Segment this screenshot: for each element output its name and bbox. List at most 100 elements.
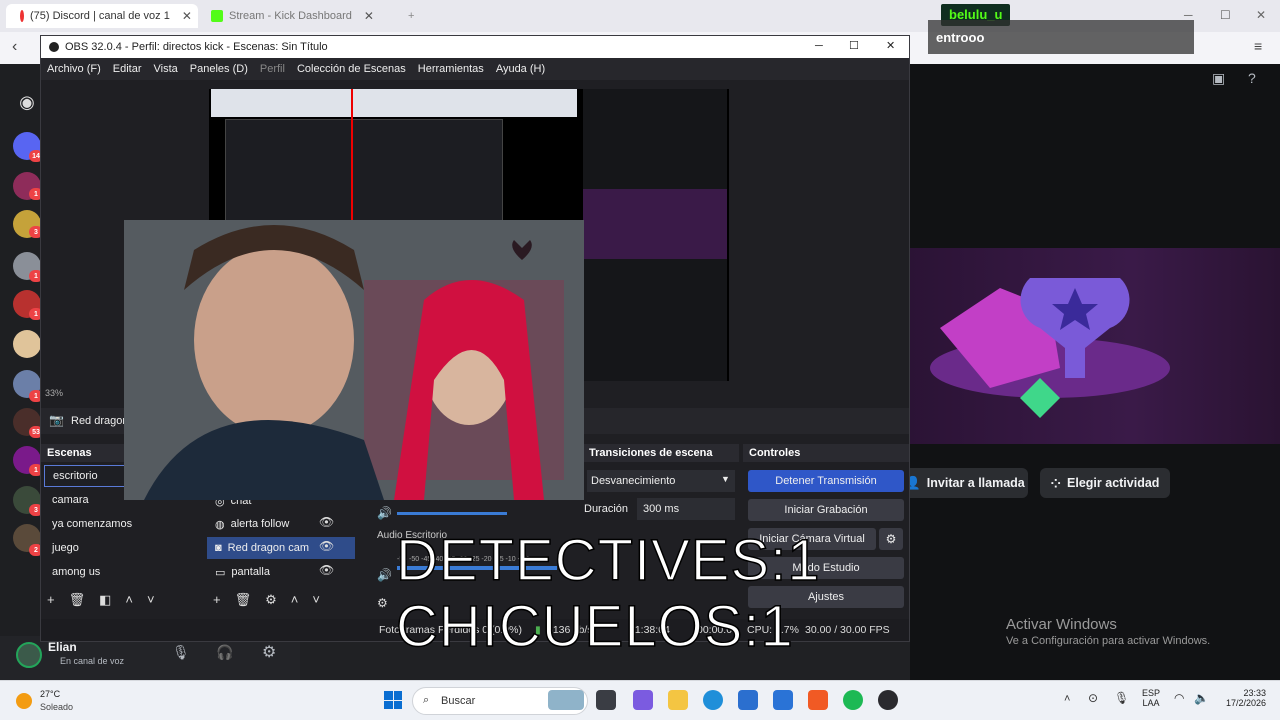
user-status: En canal de voz xyxy=(60,656,125,666)
menu-item[interactable]: Editar xyxy=(113,63,142,75)
new-tab-button[interactable]: + xyxy=(400,4,422,28)
widgets-icon[interactable] xyxy=(548,690,584,710)
headphones-icon[interactable]: 🎧 xyxy=(216,644,233,661)
sun-icon[interactable] xyxy=(16,693,32,709)
tab-kick[interactable]: Stream - Kick Dashboard ✕ xyxy=(203,4,403,28)
camera-icon: ◙ xyxy=(215,542,222,554)
clock-date: 17/2/2026 xyxy=(1225,698,1266,708)
eye-icon[interactable]: 👁 xyxy=(319,534,334,558)
activity-label: Elegir actividad xyxy=(1067,476,1160,490)
status-fps: 30.00 / 30.00 FPS xyxy=(805,624,890,636)
source-label: pantalla xyxy=(231,566,270,578)
close-icon[interactable]: ✕ xyxy=(182,9,192,23)
brave-icon[interactable] xyxy=(808,690,828,710)
spotify-icon[interactable] xyxy=(843,690,863,710)
help-icon[interactable]: ? xyxy=(1248,70,1256,86)
trophy-illustration-icon xyxy=(930,278,1170,418)
add-icon[interactable]: + xyxy=(47,592,55,608)
globe-icon: ◍ xyxy=(215,518,225,531)
menu-item[interactable]: Perfil xyxy=(260,63,285,75)
volume-icon[interactable]: 🔈 xyxy=(1194,691,1209,705)
choose-activity-button[interactable]: ⁘ Elegir actividad xyxy=(1040,468,1170,498)
scene-item[interactable]: juego xyxy=(44,537,194,559)
task-view-icon[interactable] xyxy=(596,690,616,710)
zoom-level: 33% xyxy=(45,388,64,398)
gear-icon[interactable]: ⚙ xyxy=(265,592,277,608)
virtual-camera-gear-icon[interactable]: ⚙ xyxy=(879,528,903,550)
network-icon[interactable]: ⊙ xyxy=(1088,691,1098,705)
speaker-icon[interactable]: 🔊 xyxy=(377,568,392,582)
lang-code: ESP xyxy=(1142,688,1161,698)
move-up-icon[interactable]: ˄ xyxy=(125,592,133,608)
invite-to-call-button[interactable]: 👤 Invitar a llamada xyxy=(902,468,1028,498)
obs-taskbar-icon[interactable] xyxy=(878,690,898,710)
filter-icon[interactable]: ◧ xyxy=(99,592,111,608)
transition-value: Desvanecimiento xyxy=(591,475,676,487)
menu-item[interactable]: Vista xyxy=(154,63,178,75)
eye-icon[interactable]: 👁 xyxy=(319,558,334,582)
mixer-settings-icon[interactable]: ⚙ xyxy=(377,596,388,610)
maximize-icon[interactable]: ☐ xyxy=(849,39,859,52)
back-arrow-icon[interactable]: ‹ xyxy=(12,38,17,56)
scene-item[interactable]: ya comenzamos xyxy=(44,513,194,535)
start-icon[interactable] xyxy=(384,691,402,709)
store-icon[interactable] xyxy=(738,690,758,710)
discord-home-icon[interactable]: ◉ xyxy=(13,92,41,120)
wifi-icon[interactable]: ◠ xyxy=(1174,691,1184,705)
volume-slider[interactable] xyxy=(397,512,507,515)
source-item[interactable]: ▭ pantalla xyxy=(207,561,357,583)
lang-layout: LAA xyxy=(1142,698,1160,708)
obs-menu-bar: Archivo (F) Editar Vista Paneles (D) Per… xyxy=(41,58,909,80)
close-window-icon[interactable]: ✕ xyxy=(1256,8,1266,22)
clock-time: 23:33 xyxy=(1243,688,1266,698)
move-up-icon[interactable]: ˄ xyxy=(291,592,299,608)
avatar[interactable] xyxy=(16,642,42,668)
duration-input[interactable]: 300 ms xyxy=(637,498,735,520)
edge-icon[interactable] xyxy=(703,690,723,710)
microphone-icon[interactable]: 🎙 xyxy=(1114,691,1129,705)
scene-item[interactable]: escritorio xyxy=(44,465,126,487)
menu-icon[interactable]: ≡ xyxy=(1254,38,1262,54)
obs-title: OBS 32.0.4 - Perfil: directos kick - Esc… xyxy=(65,41,328,53)
trash-icon[interactable]: 🗑 xyxy=(235,592,252,608)
eye-icon[interactable]: 👁 xyxy=(319,510,334,534)
score-line-detectives: DETECTIVES:1 xyxy=(395,528,821,593)
menu-item[interactable]: Colección de Escenas xyxy=(297,63,406,75)
move-down-icon[interactable]: ˅ xyxy=(147,592,155,608)
menu-item[interactable]: Paneles (D) xyxy=(190,63,248,75)
language-indicator[interactable]: ESP LAA xyxy=(1142,688,1160,708)
stop-stream-button[interactable]: Detener Transmisión xyxy=(748,470,904,492)
nested-discord-capture xyxy=(583,89,727,381)
minimize-icon[interactable]: ─ xyxy=(815,40,823,52)
add-icon[interactable]: + xyxy=(213,592,221,608)
tab-discord-label: (75) Discord | canal de voz 1 xyxy=(30,10,170,22)
transition-select[interactable]: Desvanecimiento ▼ xyxy=(587,470,735,492)
server-icon[interactable] xyxy=(13,330,41,358)
sources-toolbar: + 🗑 ⚙ ˄ ˅ xyxy=(213,592,320,608)
scene-item[interactable]: among us xyxy=(44,561,194,583)
source-item[interactable]: ◍ alerta follow xyxy=(207,513,357,535)
microphone-icon[interactable]: 🎙 xyxy=(172,644,190,661)
menu-item[interactable]: Herramientas xyxy=(418,63,484,75)
chevron-up-icon[interactable]: ˄ xyxy=(1064,693,1070,705)
app-icon[interactable] xyxy=(633,690,653,710)
speaker-icon[interactable]: 🔊 xyxy=(377,506,392,520)
monitor-icon: ▭ xyxy=(215,566,226,579)
webcam-image xyxy=(124,220,584,500)
tab-discord[interactable]: (75) Discord | canal de voz 1 ✕ xyxy=(6,4,198,28)
outlook-icon[interactable] xyxy=(773,690,793,710)
file-explorer-icon[interactable] xyxy=(668,690,688,710)
close-icon[interactable]: ✕ xyxy=(364,9,374,23)
trash-icon[interactable]: 🗑 xyxy=(69,592,86,608)
gear-icon[interactable]: ⚙ xyxy=(262,642,276,662)
inbox-icon[interactable]: ▣ xyxy=(1212,70,1225,87)
activity-icon: ⁘ xyxy=(1050,476,1062,491)
move-down-icon[interactable]: ˅ xyxy=(312,592,320,608)
menu-item[interactable]: Archivo (F) xyxy=(47,63,101,75)
clock[interactable]: 23:33 17/2/2026 xyxy=(1218,688,1266,708)
nested-activity-card xyxy=(583,189,727,259)
menu-item[interactable]: Ayuda (H) xyxy=(496,63,545,75)
start-recording-button[interactable]: Iniciar Grabación xyxy=(748,499,904,521)
maximize-icon[interactable]: ☐ xyxy=(1220,8,1231,22)
close-window-icon[interactable]: ✕ xyxy=(886,39,895,52)
